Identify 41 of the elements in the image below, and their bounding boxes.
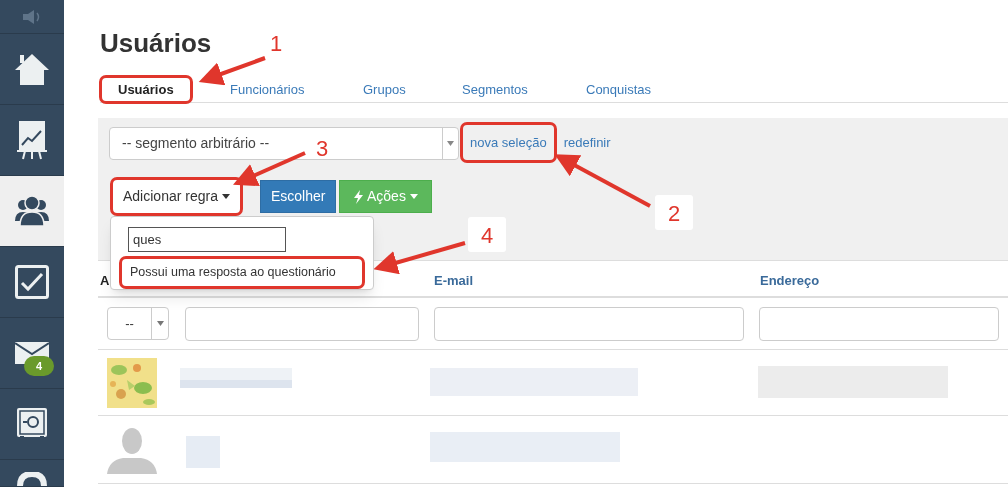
checkbox-icon[interactable] bbox=[15, 265, 49, 299]
link[interactable]: redefinir bbox=[563, 132, 611, 153]
tab[interactable]: Funcionários bbox=[230, 78, 305, 101]
chart-board-icon[interactable] bbox=[17, 120, 47, 160]
home-icon[interactable] bbox=[14, 52, 50, 86]
tab[interactable]: Conquistas bbox=[586, 78, 652, 101]
column-header: E-mail bbox=[434, 272, 473, 290]
caret-icon bbox=[221, 194, 230, 199]
actions-button[interactable]: Ações bbox=[339, 180, 433, 213]
add-rule-button[interactable]: Adicionar regra bbox=[113, 180, 240, 213]
link[interactable]: nova seleção bbox=[463, 124, 554, 161]
menu-item[interactable]: Possui uma resposta ao questionário bbox=[122, 259, 362, 286]
filter-select[interactable]: -- bbox=[107, 307, 169, 340]
callout-number: 4 bbox=[480, 223, 494, 248]
callout-number: 3 bbox=[315, 136, 329, 161]
caret-icon bbox=[156, 321, 164, 326]
avatar-silhouette bbox=[107, 428, 157, 474]
sidebar-item[interactable] bbox=[0, 176, 64, 247]
tab[interactable]: Grupos bbox=[363, 78, 406, 101]
lightning-icon bbox=[354, 189, 363, 204]
caret-icon bbox=[409, 194, 418, 199]
tab[interactable]: Segmentos bbox=[462, 78, 528, 101]
column-header: Endereço bbox=[760, 272, 820, 290]
select-value: -- bbox=[124, 314, 135, 333]
search-field[interactable]: ques bbox=[128, 227, 286, 252]
blurred-text bbox=[186, 436, 220, 468]
help-icon[interactable] bbox=[16, 472, 48, 486]
callout-number: 1 bbox=[269, 31, 283, 56]
arrow bbox=[198, 56, 266, 86]
page-title: Usuários bbox=[100, 27, 212, 60]
select-value: -- segmento arbitrário -- bbox=[122, 134, 270, 153]
choose-button[interactable]: Escolher bbox=[260, 180, 337, 213]
users-icon[interactable] bbox=[14, 196, 50, 226]
tab[interactable]: Usuários bbox=[102, 78, 190, 101]
count-badge: 4 bbox=[24, 356, 54, 376]
filter-input[interactable] bbox=[434, 306, 744, 341]
filter-input[interactable] bbox=[185, 306, 419, 341]
caret-icon bbox=[447, 141, 454, 146]
filter-input[interactable] bbox=[759, 306, 999, 341]
callout-number: 2 bbox=[667, 201, 681, 226]
column-header: A bbox=[100, 272, 110, 290]
